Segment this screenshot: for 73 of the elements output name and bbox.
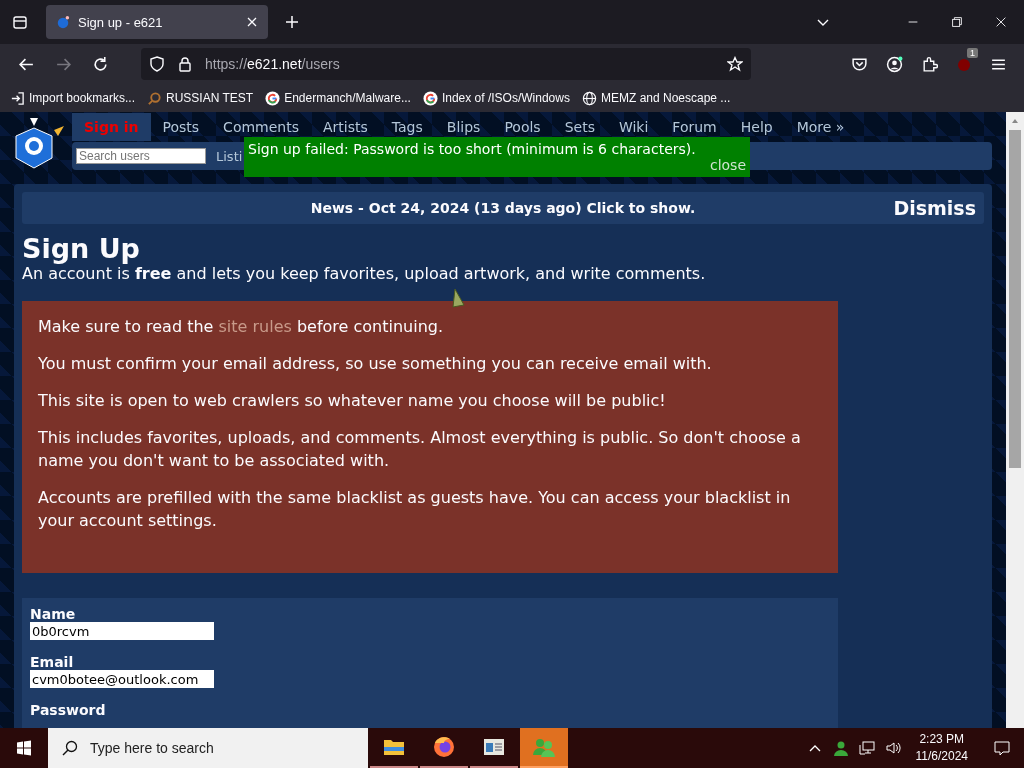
taskbar-search-field[interactable]: Type here to search [48,728,368,768]
account-icon[interactable] [886,55,903,73]
intro-text: An account is free and lets you keep favorites, upload artwork, and write comments. [22,264,707,283]
nav-link[interactable]: Comments [211,113,311,141]
browser-tab[interactable]: Sign up - e621 [46,5,268,39]
notification-icon[interactable] [994,740,1010,756]
globe-icon [581,90,597,106]
notice-message: Sign up failed: Password is too short (minimum is 6 characters). [248,141,697,157]
nav-link[interactable]: More » [784,113,857,141]
close-link[interactable]: close [709,157,746,173]
import-icon [10,90,25,106]
g-logo-icon [265,90,281,106]
search-icon [62,740,78,756]
search-placeholder: Type here to search [90,740,214,756]
cursor-icon [452,288,466,308]
nav-link[interactable]: Posts [150,113,212,141]
star-icon[interactable] [727,56,743,72]
reload-icon[interactable] [92,55,109,73]
url-text: https://e621.net/users [205,56,340,72]
scrollbar-thumb[interactable] [1009,130,1021,468]
nav-link[interactable]: Sets [552,113,607,141]
close-icon[interactable] [994,15,1008,29]
bookmark[interactable]: Import bookmarks... [10,90,136,106]
nav-link[interactable]: Pools [492,113,553,141]
rule-text: This site is open to web crawlers so whatever name you choose will be public! [38,390,667,412]
news-text[interactable]: News - Oct 24, 2024 (13 days ago) Click to show. [310,200,696,216]
notification-badge: 1 [967,48,978,58]
page-title: Sign Up [22,234,141,264]
site-logo-icon [56,15,70,29]
nav-link[interactable]: Tags [379,113,435,141]
tab-list-icon[interactable] [12,14,28,30]
search-field[interactable]: Search users [76,148,206,164]
nav-link[interactable]: Forum [660,113,729,141]
pocket-icon[interactable] [851,55,868,73]
rule-text: You must confirm your email address, so use something you can receive email with. [38,353,713,375]
nav-link[interactable]: Artists [311,113,380,141]
puzzle-icon[interactable] [921,55,938,73]
bookmark[interactable]: Index of /ISOs/Windows [422,90,570,106]
site-rules-link[interactable]: site rules [218,317,292,336]
field-label: Password [30,702,107,718]
field-label: Name [30,606,77,622]
rule-text: This includes favorites, uploads, and comments. Almost everything is public. So don't choose a name you don't want to be associated with. [38,427,802,472]
dismiss-link[interactable]: Dismiss [893,197,976,219]
start-icon[interactable] [16,740,32,756]
nav-link[interactable]: Help [728,113,785,141]
volume-icon[interactable] [884,740,901,756]
restore-icon[interactable] [950,15,964,29]
scroll-up-icon[interactable] [1011,117,1019,125]
network-icon[interactable] [858,740,875,756]
browser-icon [432,735,456,759]
nav-link[interactable]: Blips [434,113,493,141]
nav-link[interactable]: Wiki [606,113,661,141]
input-field[interactable]: 0b0rcvm [30,622,214,640]
clock-date: 11/6/2024 [915,748,968,765]
field-label: Email [30,654,75,670]
g-logo-icon [422,90,438,106]
bookmark[interactable]: Endermanch/Malware... [265,90,411,106]
subnav-link[interactable]: Listi [216,148,243,164]
bookmark[interactable]: RUSSIAN TEST [147,90,254,106]
tab-title: Sign up - e621 [78,14,164,30]
clock[interactable]: 2:23 PM 11/6/2024 [915,731,968,765]
extension-button[interactable]: 1 [956,48,978,72]
clock-time: 2:23 PM [919,731,965,748]
rule-text: Make sure to read the site rules before continuing. [38,316,445,338]
close-icon[interactable] [246,16,258,28]
rule-text: Accounts are prefilled with the same blacklist as guests have. You can access your blacklist in your account settings. [38,487,792,532]
magnifier-icon [147,90,163,106]
lock-icon[interactable] [177,56,193,72]
address-bar[interactable]: https://e621.net/users [141,48,751,80]
input-field[interactable]: cvm0botee@outlook.com [30,670,214,688]
bookmark[interactable]: MEMZ and Noescape ... [581,90,731,106]
person-icon[interactable] [832,740,849,756]
new-tab-icon[interactable] [284,14,300,30]
